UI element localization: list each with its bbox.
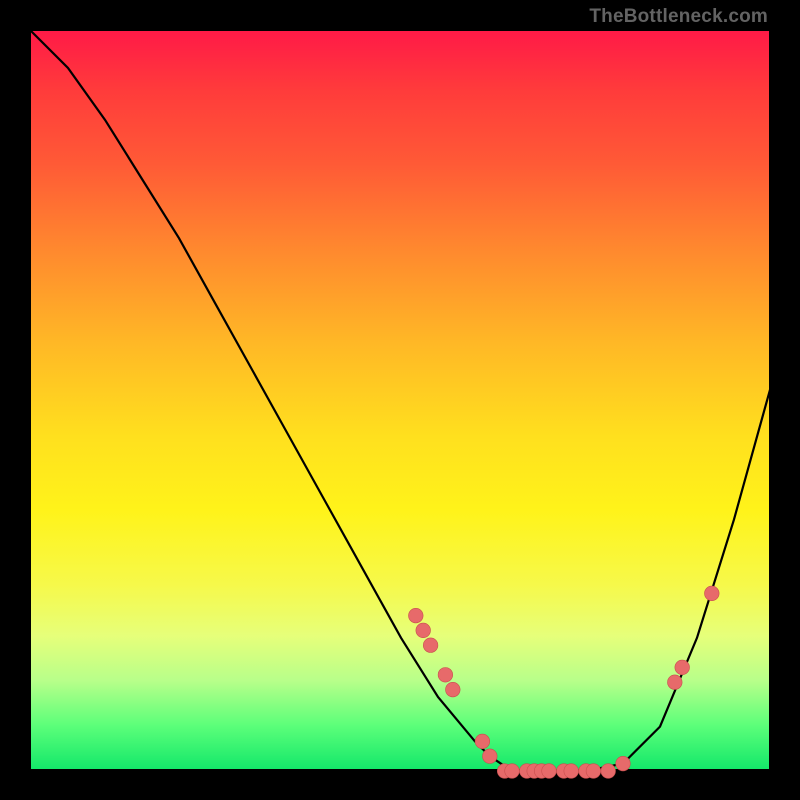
plot-area [30, 30, 770, 770]
data-point [586, 764, 601, 779]
data-point [475, 734, 490, 749]
data-point [409, 608, 424, 623]
data-point [601, 764, 616, 779]
chart-svg [31, 31, 771, 771]
data-point [705, 586, 720, 601]
data-point [542, 764, 557, 779]
curve-line [31, 31, 771, 771]
data-point [668, 675, 683, 690]
data-point [446, 682, 461, 697]
data-point [616, 756, 631, 771]
data-point [438, 668, 453, 683]
data-points [409, 586, 720, 778]
data-point [505, 764, 520, 779]
data-point [564, 764, 579, 779]
chart-container: TheBottleneck.com [0, 0, 800, 800]
data-point [675, 660, 690, 675]
watermark-label: TheBottleneck.com [589, 6, 768, 28]
data-point [423, 638, 438, 653]
data-point [483, 749, 498, 764]
data-point [416, 623, 431, 638]
